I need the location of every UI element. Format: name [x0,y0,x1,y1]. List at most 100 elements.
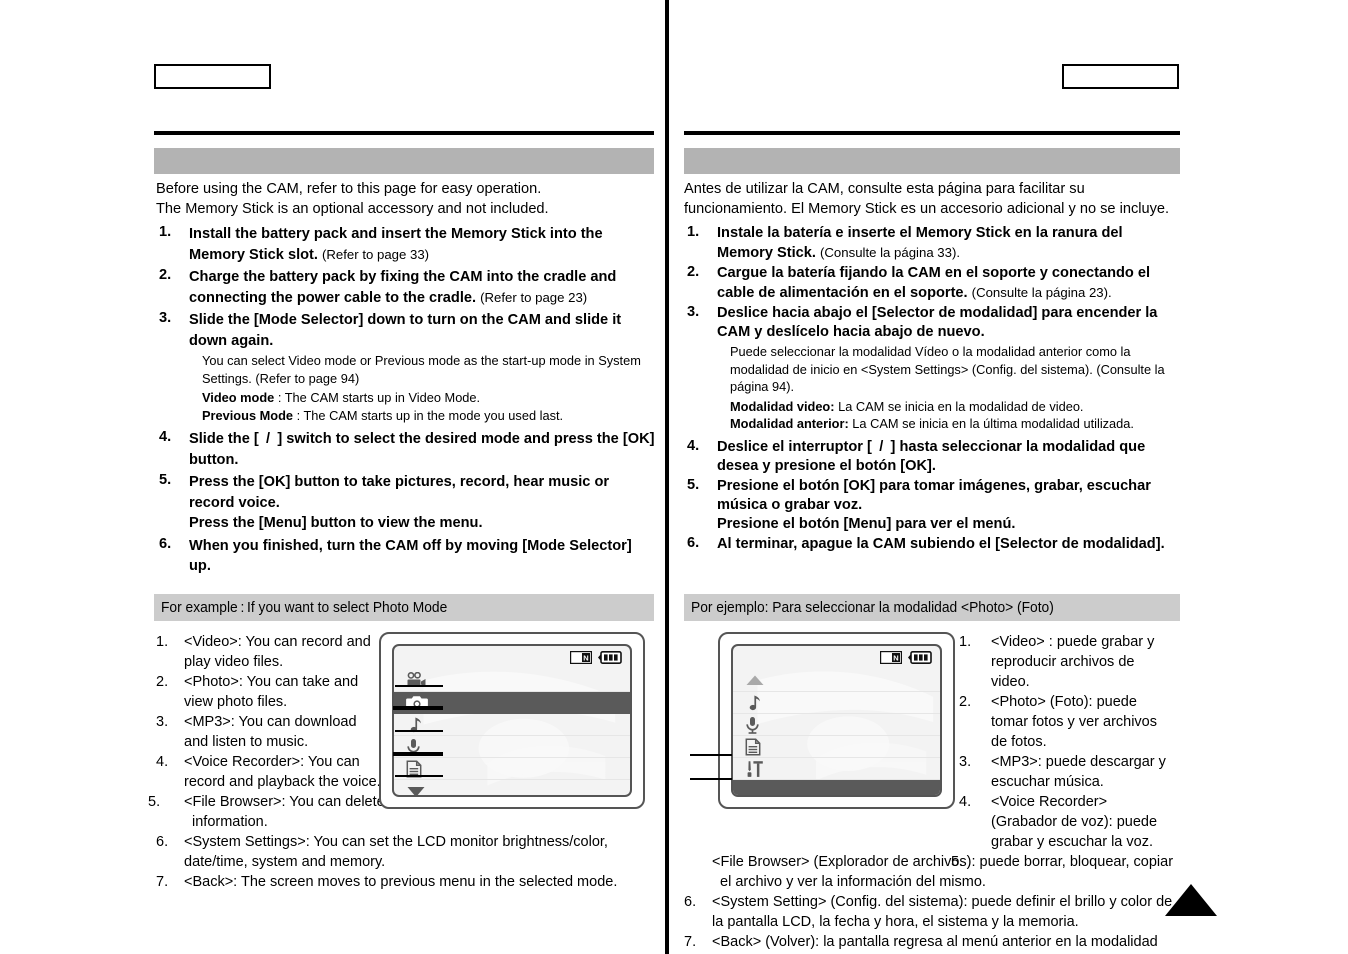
lcd-menu-row-scroll-up[interactable] [733,670,940,692]
item-number: 1. [959,634,972,650]
lcd-menu-row-file-browser[interactable] [733,736,940,758]
step-text: Presione el botón [OK] para tomar imágen… [717,477,1151,513]
item-text: <Video>: You can record and play video f… [184,634,371,670]
step-text: Instale la batería e inserte el Memory S… [717,225,1123,261]
step-text: Press the [OK] button to take pictures, … [189,474,610,511]
intro-line-1: Before using the CAM, refer to this page… [156,181,542,197]
item-number: 7. [156,874,169,890]
leader-line-5-left [395,775,443,777]
item-text: <System Settings>: You can set the LCD m… [184,834,608,870]
lcd-menu-row-back-selected[interactable] [733,780,940,795]
substep-desc: : The CAM starts up in Video Mode. [274,390,481,405]
file-document-icon [745,738,761,755]
substep-previous-mode: Previous Mode : The CAM starts up in the… [202,407,656,425]
substep-label: Modalidad video: [730,398,835,414]
lcd-menu-row-scroll-down[interactable] [394,780,630,795]
item-text: <System Setting> (Config. del sistema): … [712,894,1173,930]
lcd-status-bar-left: N [570,651,622,664]
lcd-menu-row-system-settings[interactable] [733,758,940,780]
lcd-menu-row-mp3[interactable] [733,692,940,714]
step-number: 3. [159,310,172,326]
substep-desc: La CAM se inicia en la modalidad de vide… [834,398,1084,414]
step-number: 5. [159,472,172,488]
item-text: <MP3>: You can download and listen to mu… [184,714,357,750]
example-banner-label: For example : If you want to select Phot… [161,599,448,616]
svg-text:N: N [583,654,588,663]
step-item-6: 6. When you finished, turn the CAM off b… [156,536,656,577]
lcd-menu-rows-left [394,670,630,795]
steps-list-en: 1. Install the battery pack and insert t… [156,224,656,577]
step-item-6: 6. Al terminar, apague la CAM subiendo e… [684,535,1182,554]
leader-line-3-left [395,730,443,732]
substep-label: Video mode [202,390,275,405]
item-text: <Voice Recorder>: You can record and pla… [184,754,381,790]
substep-previous-mode: Modalidad anterior: La CAM se inicia en … [730,415,1182,433]
substep-note: You can select Video mode or Previous mo… [202,353,641,386]
lcd-menu-rows-right [733,670,940,795]
list-item: 7. <Back> (Volver): la pantalla regresa a… [684,932,1184,954]
example-banner-en: For example : If you want to select Phot… [154,594,654,621]
item-text: <Video> : puede grabar y reproducir arch… [991,634,1155,690]
substep-desc: La CAM se inicia en la última modalidad … [848,416,1134,431]
list-item: 5. <File Browser> (Explorador de archivos… [684,852,1184,892]
leader-line-4-left [393,752,443,756]
svg-text:N: N [893,654,898,663]
step-text: Slide the [ / ] switch to select the des… [189,431,655,468]
list-item: 7. <Back>: The screen moves to previous m… [156,872,656,892]
step-item-1: 1. Install the battery pack and insert t… [156,224,656,265]
lcd-menu-row-mp3[interactable] [394,714,630,736]
step-text: Cargue la batería fijando la CAM en el s… [717,265,1150,301]
header-box-left [154,64,271,89]
list-item: 1. <Video>: You can record and play video… [156,632,381,672]
item-text: <Voice Recorder> (Grabador de voz): pued… [991,794,1158,850]
lcd-menu-row-voice-recorder[interactable] [733,714,940,736]
example-banner-es: Por ejemplo: Para seleccionar la modalid… [684,594,1180,621]
page-corner-triangle-icon [1165,884,1217,916]
step-number: 1. [159,224,172,240]
battery-full-icon [908,651,932,664]
header-rule-right [684,131,1180,135]
memory-stick-icon: N [570,651,592,664]
step-text: Deslice hacia abajo el [Selector de moda… [717,305,1158,340]
lcd-screen-settings-mode: N [718,632,955,809]
memory-stick-icon: N [880,651,902,664]
step-text: Deslice el interruptor [ / ] hasta selec… [717,438,1146,474]
step-text-secondary: Presione el botón [Menu] para ver el men… [717,515,1016,532]
lcd-menu-row-video[interactable] [394,670,630,692]
item-number: 3. [156,714,169,730]
list-item: 3. <MP3>: You can download and listen to … [156,712,381,752]
settings-tools-icon [747,760,763,777]
item-text: <MP3>: puede descargar y escuchar música… [991,754,1166,790]
item-number: 2. [156,674,169,690]
step-item-3: 3. Deslice hacia abajo el [Selector de m… [684,304,1182,433]
substep-label: Modalidad anterior: [730,416,849,431]
column-divider-upper [665,0,669,815]
item-text: <Photo>: You can take and view photo fil… [184,674,359,710]
step-number: 4. [687,437,700,454]
intro-paragraph-es: Antes de utilizar la CAM, consulte esta … [684,180,1182,219]
list-item: 6. <System Settings>: You can set the LCD… [156,832,656,872]
step-item-5: 5. Press the [OK] button to take picture… [156,472,656,534]
leader-line-4-right [690,754,732,756]
step-3-substeps-en: You can select Video mode or Previous mo… [189,352,656,424]
lcd-inner-right: N [731,644,942,797]
leader-line-5-right [690,778,732,780]
spanish-column: Antes de utilizar la CAM, consulte esta … [684,180,1182,555]
step-item-4: 4. Deslice el interruptor [ / ] hasta se… [684,438,1182,476]
step-ref-text: (Consulte la página 23). [971,285,1112,300]
substep-video-mode: Video mode : The CAM starts up in Video … [202,389,656,407]
section-banner-right [684,148,1180,174]
item-number: 6. [156,834,169,850]
step-ref-text: (Consulte la página 33). [820,245,961,260]
item-number: 3. [959,754,972,770]
header-rule-left [154,131,654,135]
lcd-menu-row-photo-selected[interactable] [394,692,630,714]
header-box-right [1062,64,1179,89]
manual-page: Before using the CAM, refer to this page… [0,0,1348,954]
substep-desc: : The CAM starts up in the mode you used… [293,407,564,423]
list-item: 6. <System Setting> (Config. del sistema)… [684,892,1184,932]
lcd-screen-photo-mode: N [379,632,645,809]
item-number: 1. [156,634,169,650]
arrow-up-icon [746,675,764,685]
step-item-2: 2. Cargue la batería fijando la CAM en e… [684,264,1182,303]
